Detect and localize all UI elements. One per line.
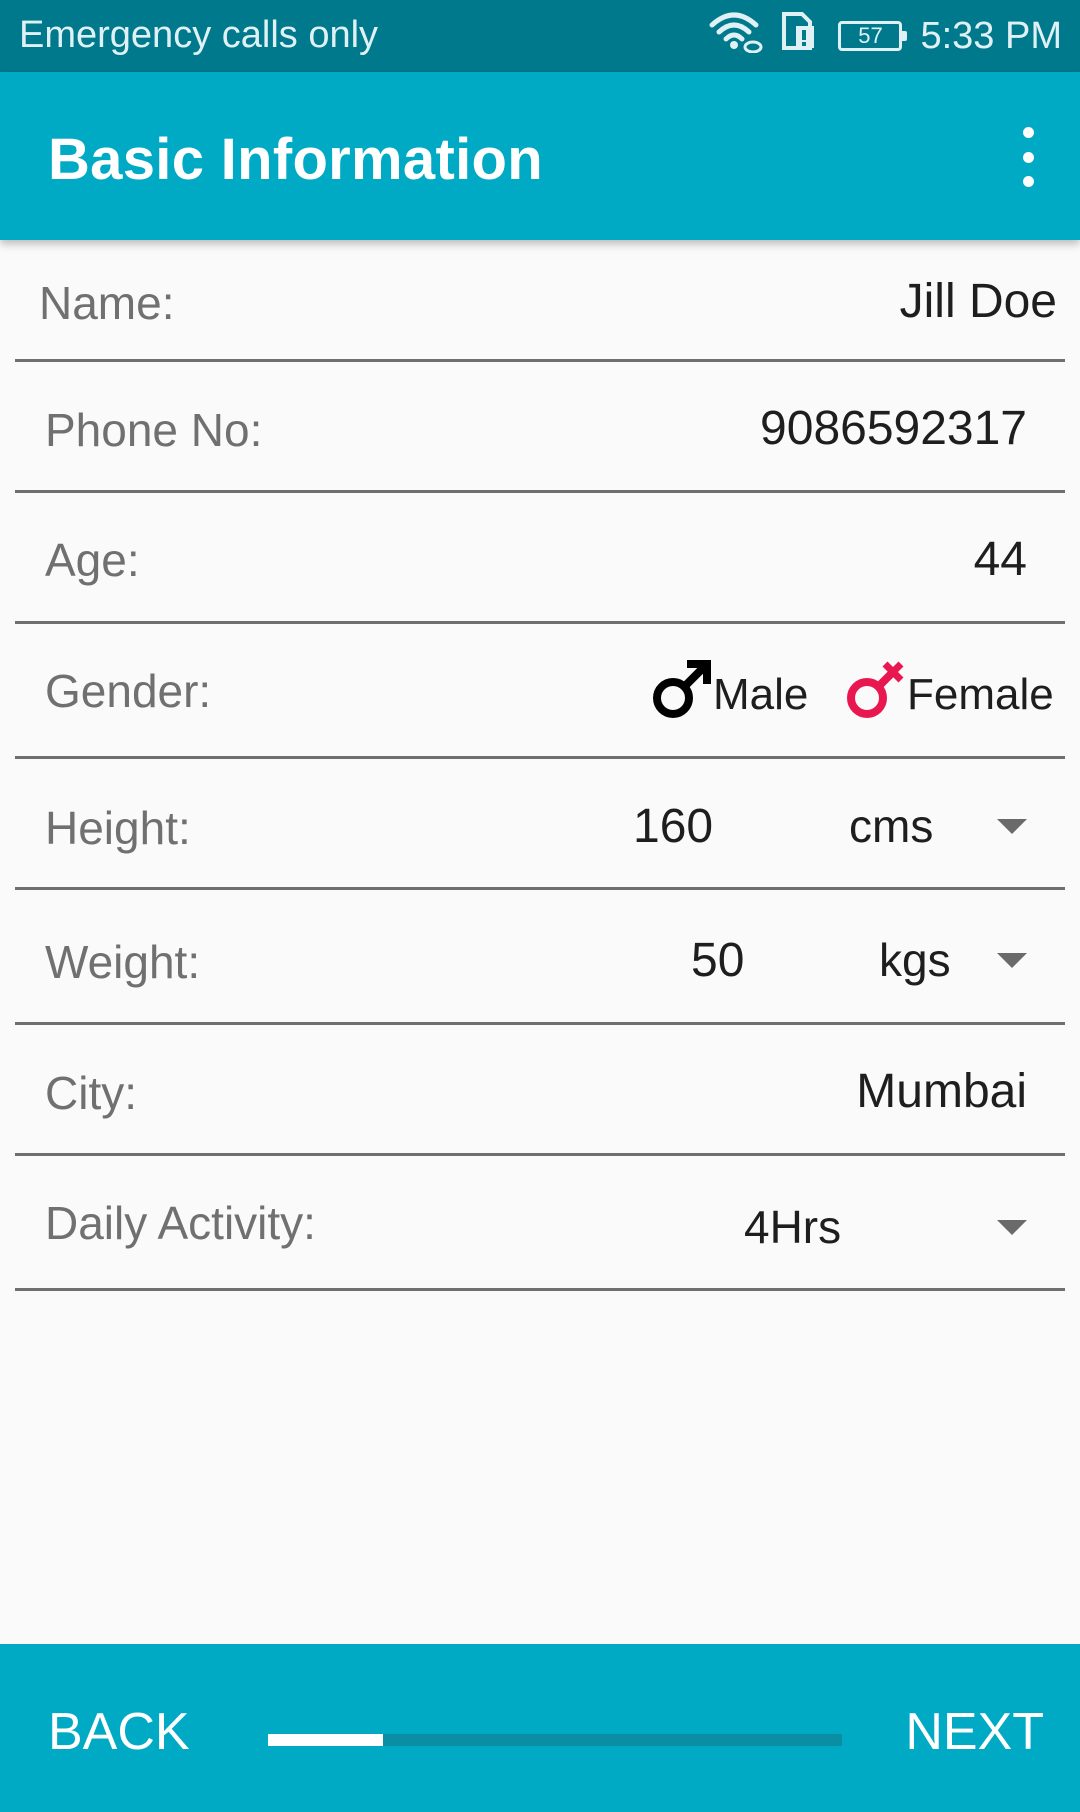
phone-field[interactable]: 9086592317 — [760, 401, 1027, 456]
dropdown-arrow-icon — [997, 1220, 1027, 1235]
weight-row: Weight: 50 kgs — [15, 890, 1065, 1025]
daily-activity-row: Daily Activity: 4Hrs — [15, 1156, 1065, 1291]
daily-activity-label: Daily Activity: — [45, 1197, 316, 1249]
name-row: Name: Jill Doe — [15, 240, 1065, 362]
status-bar: Emergency calls only 57 5:33 PM — [0, 0, 1080, 72]
gender-label: Gender: — [45, 665, 212, 717]
wifi-icon — [708, 9, 766, 63]
dropdown-arrow-icon — [997, 819, 1027, 834]
next-button[interactable]: NEXT — [905, 1702, 1044, 1762]
gender-option-female[interactable]: Female — [845, 658, 1054, 731]
weight-label: Weight: — [45, 936, 201, 988]
sim-icon — [780, 10, 816, 62]
dropdown-arrow-icon — [997, 953, 1027, 968]
city-row: City: Mumbai — [15, 1025, 1065, 1156]
name-field[interactable]: Jill Doe — [900, 274, 1057, 329]
weight-unit-dropdown[interactable]: kgs — [835, 923, 1055, 993]
age-label: Age: — [45, 534, 140, 586]
app-bar: Basic Information — [0, 72, 1080, 240]
gender-option-male[interactable]: Male — [651, 658, 808, 731]
phone-label: Phone No: — [45, 404, 263, 456]
gender-female-label: Female — [907, 669, 1054, 719]
page-title: Basic Information — [48, 127, 543, 192]
step-progress-bar — [268, 1734, 842, 1746]
bottom-nav-bar: BACK NEXT — [0, 1644, 1080, 1812]
gender-male-label: Male — [713, 669, 809, 719]
name-label: Name: — [39, 277, 175, 329]
city-field[interactable]: Mumbai — [856, 1064, 1027, 1119]
height-label: Height: — [45, 802, 191, 854]
daily-activity-dropdown[interactable]: 4Hrs — [715, 1186, 1055, 1266]
step-progress-fill — [268, 1734, 383, 1746]
phone-row: Phone No: 9086592317 — [15, 362, 1065, 493]
height-field[interactable]: 160 — [633, 799, 713, 854]
carrier-text: Emergency calls only — [19, 14, 379, 56]
clock-time: 5:33 PM — [920, 14, 1062, 57]
height-unit-dropdown[interactable]: cms — [835, 789, 1055, 859]
male-symbol-icon — [651, 658, 713, 731]
overflow-menu-icon[interactable] — [1008, 127, 1048, 187]
battery-level: 57 — [858, 23, 883, 48]
height-unit-value: cms — [849, 800, 934, 852]
age-row: Age: 44 — [15, 493, 1065, 624]
back-button[interactable]: BACK — [48, 1702, 190, 1762]
status-icons: 57 5:33 PM — [708, 10, 1062, 62]
age-field[interactable]: 44 — [974, 532, 1027, 587]
city-label: City: — [45, 1067, 137, 1119]
gender-row: Gender: Male Female — [15, 624, 1065, 759]
weight-unit-value: kgs — [879, 934, 951, 986]
battery-icon: 57 — [838, 21, 908, 51]
height-row: Height: 160 cms — [15, 759, 1065, 890]
daily-activity-value: 4Hrs — [744, 1201, 842, 1253]
weight-field[interactable]: 50 — [691, 933, 744, 988]
female-symbol-icon — [845, 658, 907, 731]
